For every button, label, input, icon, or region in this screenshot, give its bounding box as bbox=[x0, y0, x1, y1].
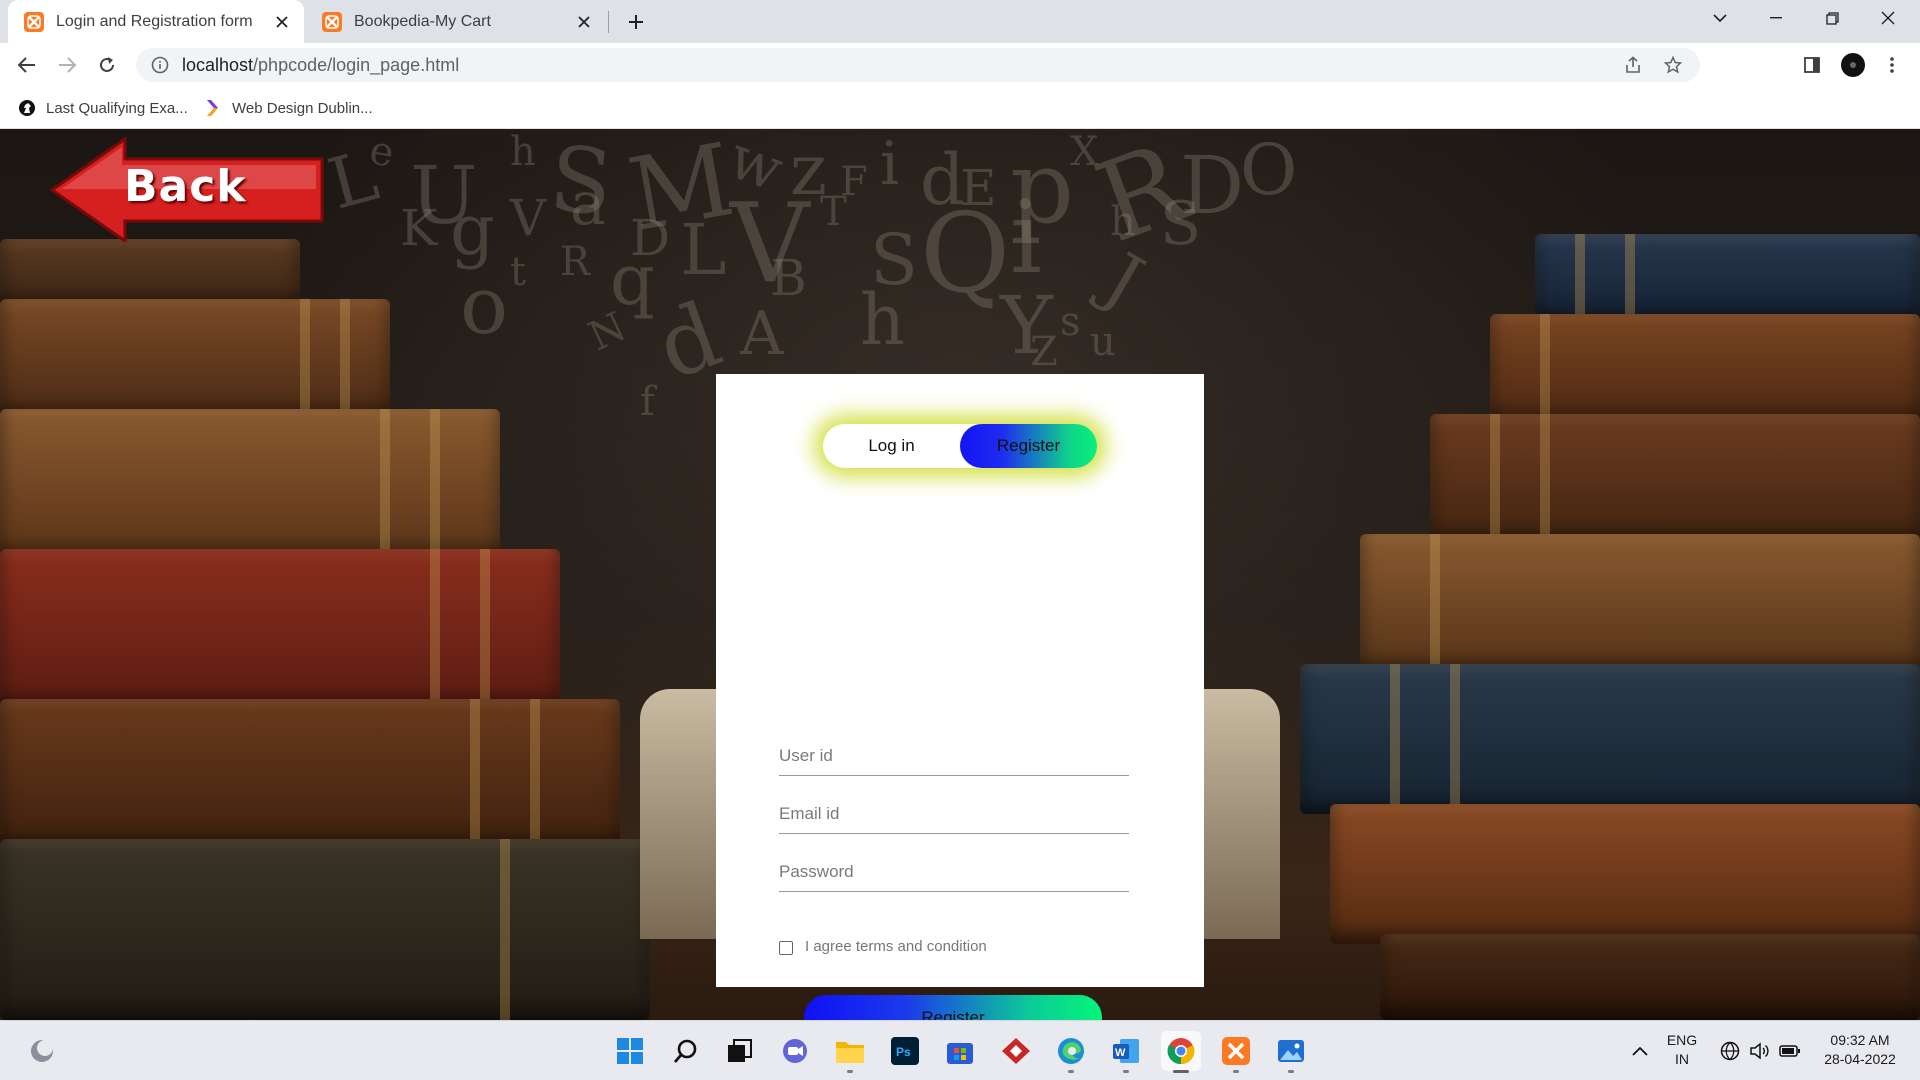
photos-icon[interactable] bbox=[1271, 1031, 1311, 1073]
address-bar[interactable]: localhost/phpcode/login_page.html bbox=[136, 48, 1700, 82]
left-book-stack-image bbox=[0, 129, 720, 1020]
register-submit-button[interactable]: Register bbox=[804, 995, 1102, 1020]
svg-text:Ps: Ps bbox=[896, 1045, 911, 1059]
bookmark-web-design-dublin[interactable]: Web Design Dublin... bbox=[204, 95, 373, 121]
back-button[interactable]: Back bbox=[50, 137, 325, 242]
background-letter: s bbox=[1060, 299, 1081, 345]
search-icon[interactable] bbox=[666, 1031, 706, 1071]
background-letter: T bbox=[820, 189, 847, 235]
user-id-input[interactable] bbox=[779, 736, 1129, 776]
register-form-card: Log in Register I agree terms and condit… bbox=[716, 374, 1204, 1020]
close-window-button[interactable] bbox=[1860, 0, 1916, 36]
terms-checkbox[interactable] bbox=[779, 941, 793, 955]
right-book-stack-image bbox=[1200, 129, 1920, 1020]
register-toggle-button[interactable]: Register bbox=[960, 424, 1097, 468]
url-text[interactable]: localhost/phpcode/login_page.html bbox=[182, 55, 459, 76]
profile-avatar[interactable] bbox=[1835, 47, 1871, 83]
minimize-button[interactable] bbox=[1748, 0, 1804, 36]
tab-login-registration[interactable]: Login and Registration form bbox=[8, 0, 304, 43]
background-letter: J bbox=[1091, 237, 1157, 323]
tab-divider bbox=[608, 11, 609, 33]
svg-text:W: W bbox=[1115, 1047, 1126, 1059]
back-arrow-icon[interactable] bbox=[9, 47, 45, 83]
restore-button[interactable] bbox=[1804, 0, 1860, 36]
background-letter: u bbox=[1090, 319, 1116, 365]
chevron-up-icon[interactable] bbox=[1620, 1031, 1660, 1071]
page-viewport: LeUhSMwzFidEpXRDOKgVaDLVTSQihSotRqBdAhYs… bbox=[0, 129, 1920, 1020]
file-explorer-icon[interactable] bbox=[830, 1031, 870, 1073]
login-register-toggle: Log in Register bbox=[823, 424, 1097, 468]
login-toggle-button[interactable]: Log in bbox=[823, 424, 960, 468]
background-letter: i bbox=[880, 129, 900, 199]
email-id-input[interactable] bbox=[779, 794, 1129, 834]
forward-arrow-icon[interactable] bbox=[49, 47, 85, 83]
bookmark-star-icon[interactable] bbox=[1658, 50, 1688, 80]
background-letter: Z bbox=[1030, 329, 1058, 375]
edge-icon[interactable] bbox=[1051, 1031, 1091, 1073]
close-tab-icon[interactable] bbox=[268, 8, 296, 36]
share-icon[interactable] bbox=[1618, 50, 1648, 80]
tab-title: Bookpedia-My Cart bbox=[354, 12, 491, 30]
app-red-icon[interactable] bbox=[996, 1031, 1036, 1071]
photoshop-icon[interactable]: Ps bbox=[885, 1031, 925, 1071]
store-icon[interactable] bbox=[940, 1031, 980, 1071]
chrome-icon[interactable] bbox=[1161, 1031, 1201, 1073]
weather-widget-icon[interactable] bbox=[22, 1031, 62, 1071]
tab-bookpedia-cart[interactable]: Bookpedia-My Cart bbox=[306, 0, 606, 43]
colorful-chevron-icon bbox=[204, 99, 222, 117]
clock[interactable]: 09:32 AM 28-04-2022 bbox=[1810, 1031, 1910, 1069]
back-button-label: Back bbox=[124, 161, 247, 212]
site-info-icon[interactable] bbox=[150, 55, 170, 75]
terms-row: I agree terms and condition bbox=[779, 938, 987, 955]
close-tab-icon[interactable] bbox=[570, 8, 598, 36]
background-letter: Q bbox=[920, 189, 1011, 317]
bookmarks-bar: Last Qualifying Exa... Web Design Dublin… bbox=[0, 87, 1920, 129]
browser-toolbar: localhost/phpcode/login_page.html bbox=[0, 43, 1920, 87]
language-indicator[interactable]: ENG IN bbox=[1662, 1031, 1702, 1069]
bookmark-last-qualifying[interactable]: Last Qualifying Exa... bbox=[18, 95, 188, 121]
side-panel-icon[interactable] bbox=[1794, 47, 1830, 83]
xampp-favicon-icon bbox=[24, 11, 44, 32]
task-view-icon[interactable] bbox=[720, 1031, 760, 1071]
xampp-icon[interactable] bbox=[1216, 1031, 1256, 1073]
reload-icon[interactable] bbox=[89, 47, 125, 83]
tab-strip: Login and Registration form Bookpedia-My… bbox=[0, 0, 1920, 43]
tab-search-chevron-down-icon[interactable] bbox=[1692, 0, 1748, 36]
background-letter: h bbox=[860, 279, 906, 361]
start-icon[interactable] bbox=[610, 1031, 650, 1071]
background-letter: A bbox=[740, 299, 784, 369]
word-icon[interactable]: W bbox=[1106, 1031, 1146, 1073]
battery-icon[interactable] bbox=[1770, 1031, 1810, 1071]
background-letter: S bbox=[1160, 189, 1202, 259]
chat-icon[interactable] bbox=[775, 1031, 815, 1071]
menu-kebab-icon[interactable] bbox=[1874, 47, 1910, 83]
tab-title: Login and Registration form bbox=[56, 12, 253, 30]
windows-taskbar: Ps W ENG IN 09:32 AM 28-04-2022 bbox=[0, 1020, 1920, 1080]
xampp-favicon-icon bbox=[322, 11, 342, 32]
terms-label: I agree terms and condition bbox=[805, 938, 987, 955]
new-tab-button[interactable] bbox=[620, 6, 652, 38]
password-input[interactable] bbox=[779, 852, 1129, 892]
chess-knight-icon bbox=[18, 99, 36, 117]
